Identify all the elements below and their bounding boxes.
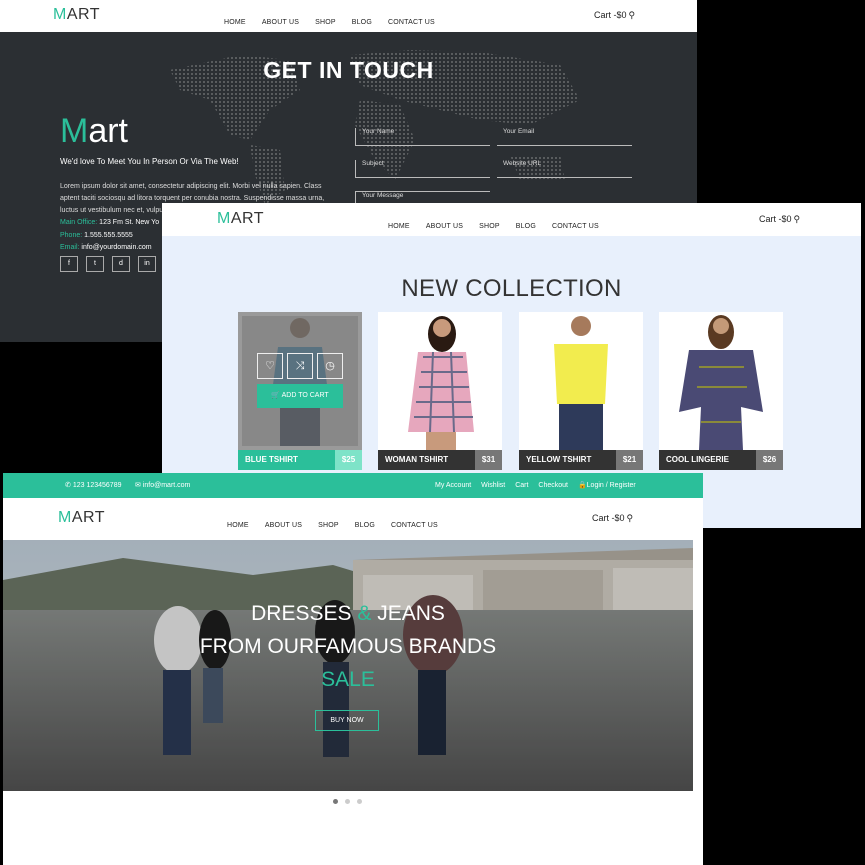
twitter-icon[interactable]: t [86, 256, 104, 272]
phone-icon: ✆ [65, 482, 71, 489]
buy-now-button[interactable]: BUY NOW [315, 710, 379, 731]
email-contact: ✉ info@mart.com [135, 482, 191, 489]
clock-icon[interactable]: ◷ [317, 353, 343, 379]
link-wishlist[interactable]: Wishlist [481, 482, 505, 489]
search-icon[interactable]: ⚲ [794, 214, 801, 224]
nav-about[interactable]: ABOUT US [262, 19, 299, 26]
nav-blog[interactable]: BLOG [355, 522, 375, 529]
slider-dot-active[interactable] [333, 799, 338, 804]
email-info: Email: info@yourdomain.com [60, 244, 152, 251]
main-nav: HOME ABOUT US SHOP BLOG CONTACT US [216, 11, 443, 29]
product-price: $31 [475, 450, 502, 470]
product-name: YELLOW TSHIRT [519, 450, 616, 470]
product-image [519, 312, 643, 450]
subject-field[interactable]: Subject [355, 160, 490, 178]
slider-dot[interactable] [345, 799, 350, 804]
logo[interactable]: MART [53, 6, 100, 24]
product-card[interactable]: ♡ ⤨ ◷ 🛒 ADD TO CART BLUE TSHIRT $25 [238, 312, 362, 470]
link-login[interactable]: Login / Register [587, 482, 636, 489]
nav-home[interactable]: HOME [388, 223, 410, 230]
nav-home[interactable]: HOME [224, 19, 246, 26]
email-field[interactable]: Your Email [497, 128, 632, 146]
header-bar: MART HOME ABOUT US SHOP BLOG CONTACT US Cart… [162, 203, 861, 236]
header-bar: MART HOME ABOUT US SHOP BLOG CONTACT US Cart… [0, 0, 697, 32]
slider-dot[interactable] [357, 799, 362, 804]
hero-headline-sale: SALE [321, 668, 375, 691]
nav-about[interactable]: ABOUT US [265, 522, 302, 529]
main-nav: HOME ABOUT US SHOP BLOG CONTACT US [380, 215, 607, 233]
section-title: NEW COLLECTION [401, 275, 622, 302]
heart-icon[interactable]: ♡ [257, 353, 283, 379]
cart-link[interactable]: Cart -$0 ⚲ [759, 214, 800, 225]
nav-blog[interactable]: BLOG [352, 19, 372, 26]
hero-headline-line1: DRESSES & JEANS [251, 602, 445, 625]
cart-link[interactable]: Cart -$0 ⚲ [592, 513, 633, 524]
logo[interactable]: MART [217, 210, 264, 228]
link-my-account[interactable]: My Account [435, 482, 471, 489]
nav-shop[interactable]: SHOP [318, 522, 339, 529]
linkedin-icon[interactable]: in [138, 256, 156, 272]
logo[interactable]: MART [58, 509, 105, 527]
phone-info: Phone: 1.555.555.5555 [60, 232, 133, 239]
top-bar: ✆ 123 123456789 ✉ info@mart.com My Accou… [3, 473, 703, 498]
nav-contact[interactable]: CONTACT US [552, 223, 599, 230]
product-card[interactable]: COOL LINGERIE $26 [659, 312, 783, 470]
product-name: BLUE TSHIRT [238, 450, 335, 470]
nav-blog[interactable]: BLOG [516, 223, 536, 230]
product-price: $25 [335, 450, 362, 470]
product-image [378, 312, 502, 450]
main-nav: HOME ABOUT US SHOP BLOG CONTACT US [219, 514, 446, 532]
product-image [659, 312, 783, 450]
hero-slider: DRESSES & JEANS FROM OURFAMOUS BRANDS SA… [3, 540, 693, 791]
add-to-cart-button[interactable]: 🛒 ADD TO CART [257, 384, 343, 408]
product-card[interactable]: WOMAN TSHIRT $31 [378, 312, 502, 470]
product-name: COOL LINGERIE [659, 450, 756, 470]
dribbble-icon[interactable]: d [112, 256, 130, 272]
envelope-icon: ✉ [135, 482, 141, 489]
nav-about[interactable]: ABOUT US [426, 223, 463, 230]
header-bar: MART HOME ABOUT US SHOP BLOG CONTACT US Cart… [3, 498, 703, 540]
brand-heading: Mart [60, 112, 129, 150]
office-info: Main Office: 123 Fm St. New Yo [60, 219, 160, 226]
hero-headline-line2: FROM OURFAMOUS BRANDS [199, 635, 497, 658]
product-name: WOMAN TSHIRT [378, 450, 475, 470]
product-price: $26 [756, 450, 783, 470]
shuffle-icon[interactable]: ⤨ [287, 353, 313, 379]
facebook-icon[interactable]: f [60, 256, 78, 272]
product-price: $21 [616, 450, 643, 470]
nav-home[interactable]: HOME [227, 522, 249, 529]
nav-contact[interactable]: CONTACT US [388, 19, 435, 26]
hero-image [3, 540, 693, 791]
lock-icon: 🔒 [577, 482, 587, 489]
hover-overlay [238, 312, 362, 450]
name-field[interactable]: Your Name [355, 128, 490, 146]
home-page-screenshot: ✆ 123 123456789 ✉ info@mart.com My Accou… [3, 473, 703, 865]
link-checkout[interactable]: Checkout [538, 482, 568, 489]
link-cart[interactable]: Cart [515, 482, 528, 489]
product-card[interactable]: YELLOW TSHIRT $21 [519, 312, 643, 470]
nav-shop[interactable]: SHOP [315, 19, 336, 26]
cart-link[interactable]: Cart -$0 ⚲ [594, 10, 635, 21]
nav-contact[interactable]: CONTACT US [391, 522, 438, 529]
page-title: GET IN TOUCH [263, 57, 434, 83]
search-icon[interactable]: ⚲ [629, 10, 636, 20]
website-field[interactable]: Website URL [497, 160, 632, 178]
account-links: My Account Wishlist Cart Checkout 🔒Login… [435, 481, 636, 489]
search-icon[interactable]: ⚲ [627, 513, 634, 523]
tagline: We'd love To Meet You In Person Or Via T… [60, 157, 239, 166]
phone-contact: ✆ 123 123456789 [65, 482, 122, 489]
nav-shop[interactable]: SHOP [479, 223, 500, 230]
